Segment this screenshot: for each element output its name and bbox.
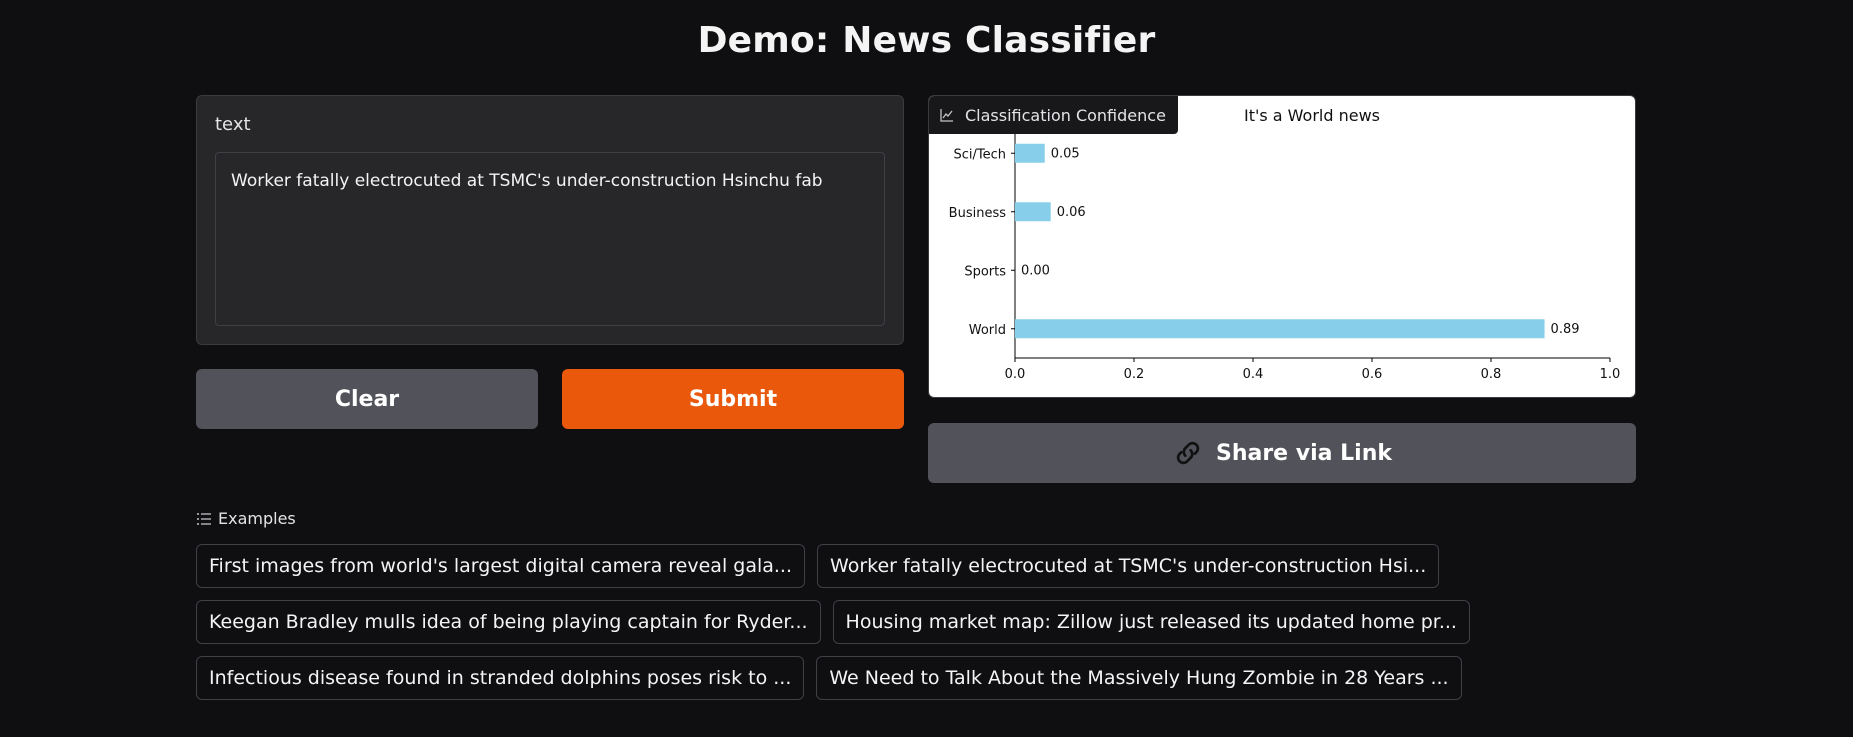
output-tag-label: Classification Confidence [965,105,1166,125]
data-label: 0.06 [1057,205,1086,220]
x-tick-label: 1.0 [1600,367,1621,382]
example-chip[interactable]: We Need to Talk About the Massively Hung… [816,656,1462,700]
classification-output-panel: Classification Confidence It's a World n… [928,95,1636,398]
bar-world [1015,319,1545,339]
confidence-bar-chart: It's a World news World 0.89 Sports 0.00 Busi… [949,106,1621,382]
list-icon [197,512,211,525]
y-tick-label: Sports [964,264,1006,279]
example-chip[interactable]: Worker fatally electrocuted at TSMC's un… [817,544,1440,588]
example-chip[interactable]: Infectious disease found in stranded dol… [196,656,805,700]
y-tick-label: Business [949,206,1007,221]
examples-label: Examples [218,509,296,528]
text-input-panel: text Worker fatally electrocuted at TSMC… [196,95,904,345]
text-input-label: text [215,114,251,135]
x-tick-label: 0.4 [1243,367,1264,382]
example-chip[interactable]: First images from world's largest digita… [196,544,806,588]
y-tick-label: World [969,323,1006,338]
bar-sci-tech [1015,143,1045,163]
share-via-link-button[interactable]: Share via Link [928,423,1636,483]
x-tick-label: 0.8 [1481,367,1502,382]
link-icon [1176,441,1200,465]
examples-row: First images from world's largest digita… [196,544,1440,588]
submit-button[interactable]: Submit [562,369,904,429]
page-title: Demo: News Classifier [697,20,1156,61]
x-tick-label: 0.2 [1124,367,1145,382]
examples-list: First images from world's largest digita… [196,544,1470,712]
bar-business [1015,202,1051,222]
example-chip[interactable]: Housing market map: Zillow just released… [832,600,1470,644]
text-input-field[interactable]: Worker fatally electrocuted at TSMC's un… [215,152,885,326]
x-tick-label: 0.6 [1362,367,1383,382]
x-tick-label: 0.0 [1005,367,1026,382]
clear-button[interactable]: Clear [196,369,538,429]
examples-row: Keegan Bradley mulls idea of being playi… [196,600,1470,644]
chart-title: It's a World news [1244,106,1380,125]
chart-icon [940,109,953,122]
data-label: 0.89 [1551,322,1580,337]
data-label: 0.00 [1021,263,1050,278]
examples-row: Infectious disease found in stranded dol… [196,656,1462,700]
example-chip[interactable]: Keegan Bradley mulls idea of being playi… [196,600,821,644]
examples-header: Examples [196,509,296,528]
share-label: Share via Link [1215,440,1393,466]
y-tick-label: Sci/Tech [953,147,1006,162]
data-label: 0.05 [1051,146,1080,161]
output-tag: Classification Confidence [929,96,1178,134]
